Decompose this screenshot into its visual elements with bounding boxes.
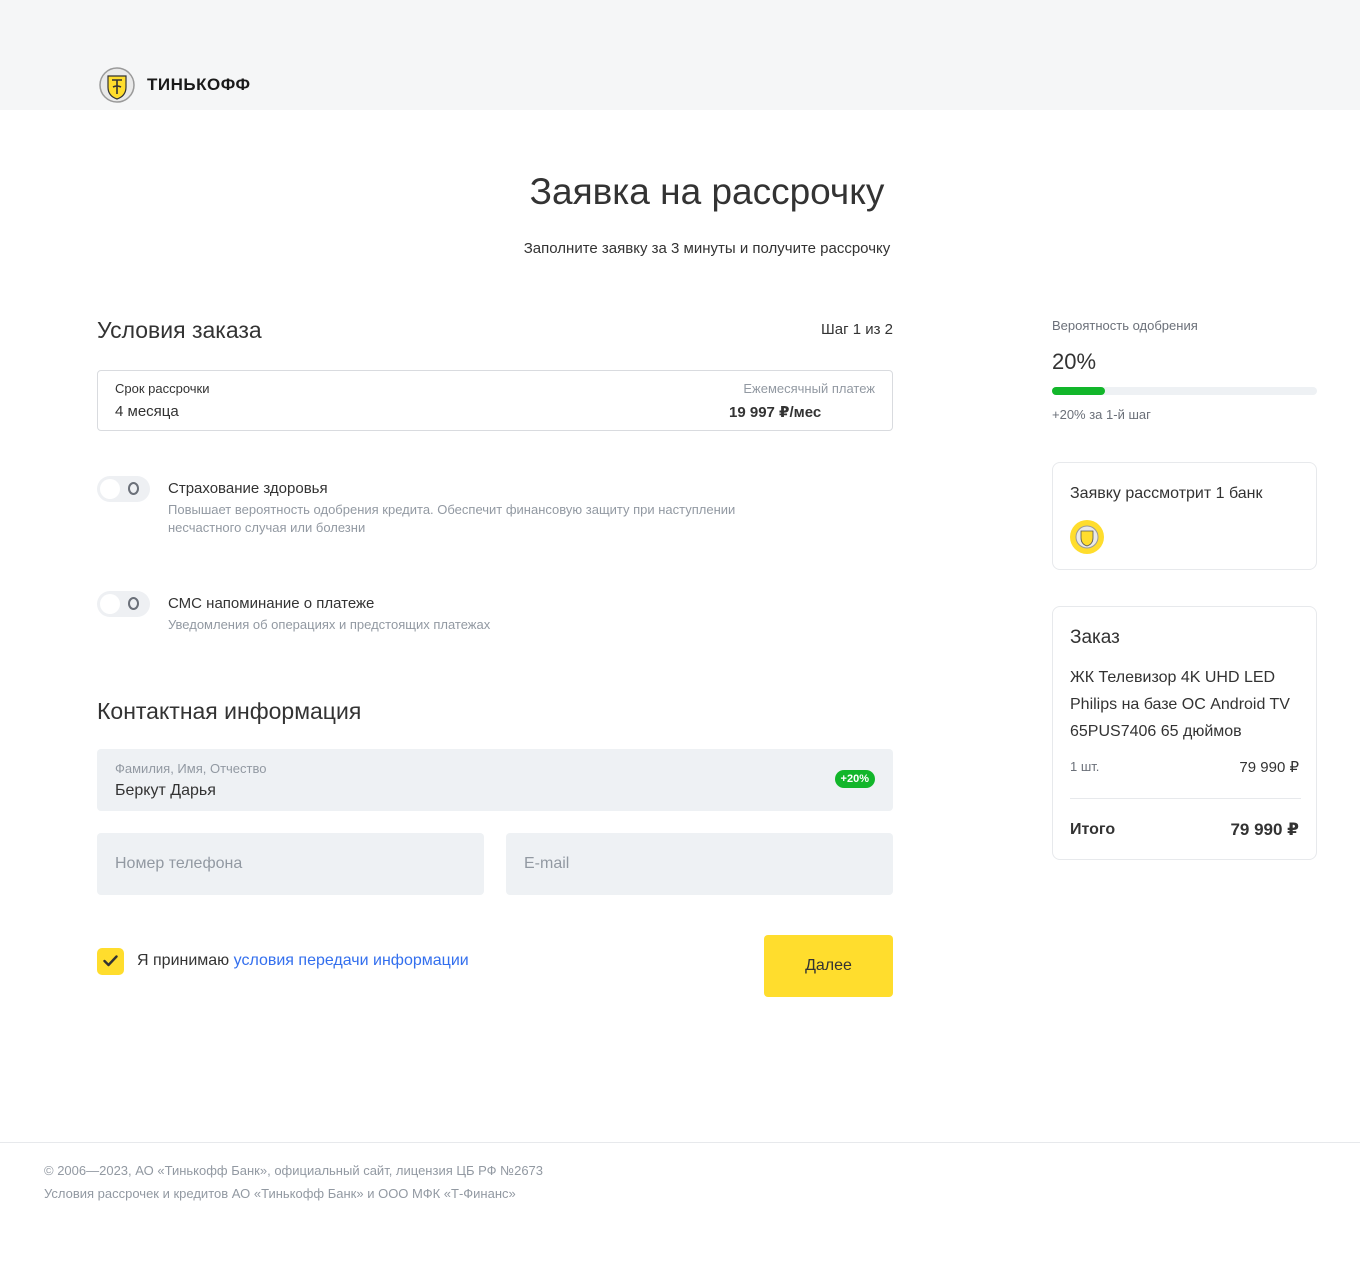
full-name-label: Фамилия, Имя, Отчество bbox=[115, 761, 267, 776]
toggle-knob bbox=[100, 479, 120, 499]
brand-name: ТИНЬКОФФ bbox=[147, 75, 251, 94]
top-bar: ТИНЬКОФФ bbox=[0, 0, 1360, 110]
bank-review-title: Заявку рассмотрит 1 банк bbox=[1070, 485, 1263, 502]
monthly-payment-value: 19 997 ₽/мес bbox=[729, 404, 822, 421]
checkmark-icon bbox=[103, 955, 118, 967]
phone-field bbox=[97, 833, 484, 895]
phone-input[interactable] bbox=[97, 833, 484, 895]
page-subtitle: Заполните заявку за 3 минуты и получите … bbox=[523, 240, 891, 257]
monthly-payment-label: Ежемесячный платеж bbox=[743, 381, 875, 396]
sms-reminder-title: СМС напоминание о платеже bbox=[168, 595, 375, 612]
term-value: 4 месяца bbox=[115, 403, 179, 420]
tinkoff-emblem-icon bbox=[1070, 520, 1104, 554]
order-divider bbox=[1070, 798, 1301, 799]
health-insurance-title: Страхование здоровья bbox=[168, 480, 328, 497]
order-total-value: 79 990 ₽ bbox=[1230, 820, 1299, 839]
full-name-field[interactable]: Фамилия, Имя, Отчество Беркут Дарья +20% bbox=[97, 749, 893, 811]
order-title: Заказ bbox=[1070, 627, 1120, 648]
footer-copyright: © 2006—2023, АО «Тинькофф Банк», официал… bbox=[44, 1163, 544, 1178]
product-quantity: 1 шт. bbox=[1070, 759, 1100, 774]
sms-reminder-description: Уведомления об операциях и предстоящих п… bbox=[168, 617, 491, 632]
brand-logo[interactable]: ТИНЬКОФФ bbox=[97, 66, 251, 104]
approval-progress-note: +20% за 1-й шаг bbox=[1052, 407, 1151, 422]
approval-probability-label: Вероятность одобрения bbox=[1052, 318, 1198, 333]
approval-boost-badge: +20% bbox=[834, 770, 875, 788]
email-input[interactable] bbox=[506, 833, 893, 895]
toggle-knob bbox=[100, 594, 120, 614]
term-label: Срок рассрочки bbox=[115, 381, 210, 396]
toggle-off-icon bbox=[128, 482, 139, 495]
approval-probability-value: 20% bbox=[1052, 349, 1097, 374]
consent-checkbox[interactable] bbox=[97, 948, 124, 975]
approval-progress-bar bbox=[1052, 387, 1317, 395]
health-insurance-toggle[interactable] bbox=[97, 476, 150, 502]
order-conditions-title: Условия заказа bbox=[97, 317, 262, 343]
email-field bbox=[506, 833, 893, 895]
page-title: Заявка на рассрочку bbox=[529, 171, 885, 212]
footer-divider bbox=[0, 1142, 1360, 1143]
next-button[interactable]: Далее bbox=[764, 935, 893, 997]
approval-progress-fill bbox=[1052, 387, 1105, 395]
footer-terms: Условия рассрочек и кредитов АО «Тинькоф… bbox=[44, 1186, 516, 1201]
contact-info-title: Контактная информация bbox=[97, 698, 362, 724]
full-name-value: Беркут Дарья bbox=[115, 782, 216, 799]
consent-text: Я принимаю условия передачи информации bbox=[137, 952, 469, 970]
health-insurance-description: Повышает вероятность одобрения кредита. … bbox=[168, 502, 736, 535]
tinkoff-emblem-icon bbox=[99, 67, 135, 103]
step-indicator: Шаг 1 из 2 bbox=[820, 321, 893, 338]
installment-term-select[interactable]: Срок рассрочки 4 месяца Ежемесячный плат… bbox=[97, 370, 893, 431]
order-summary-card: Заказ ЖК Телевизор 4K UHD LED Philips на… bbox=[1052, 606, 1317, 860]
consent-prefix: Я принимаю bbox=[137, 952, 234, 969]
bank-review-card: Заявку рассмотрит 1 банк bbox=[1052, 462, 1317, 570]
toggle-off-icon bbox=[128, 597, 139, 610]
product-price: 79 990 ₽ bbox=[1239, 759, 1299, 776]
consent-terms-link[interactable]: условия передачи информации bbox=[234, 952, 469, 969]
product-name: ЖК Телевизор 4K UHD LED Philips на базе … bbox=[1070, 669, 1290, 740]
sms-reminder-toggle[interactable] bbox=[97, 591, 150, 617]
order-total-label: Итого bbox=[1070, 821, 1116, 838]
